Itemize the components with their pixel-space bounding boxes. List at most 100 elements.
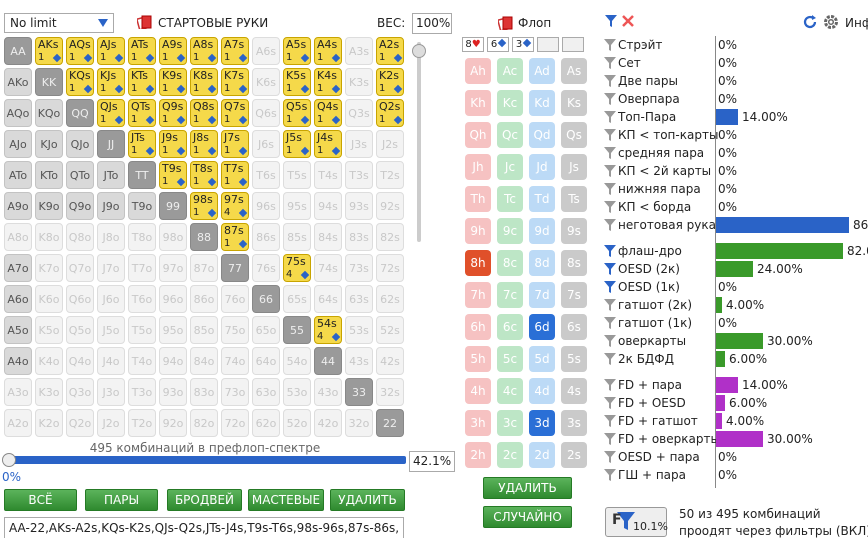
filter-icon[interactable]: [604, 57, 616, 69]
hand-cell[interactable]: 82o: [190, 409, 218, 437]
filter-icon[interactable]: [604, 111, 616, 123]
filter-icon[interactable]: [604, 129, 616, 141]
refresh-icon[interactable]: [802, 14, 818, 30]
filter-icon[interactable]: [604, 201, 616, 213]
hand-cell[interactable]: T5o: [128, 316, 156, 344]
limit-select[interactable]: No limit: [4, 13, 114, 33]
hand-cell[interactable]: QQ: [66, 99, 94, 127]
hand-cell[interactable]: A7o: [4, 254, 32, 282]
hand-cell[interactable]: 65s: [283, 285, 311, 313]
flop-card[interactable]: 5c: [497, 346, 523, 372]
flop-card[interactable]: 8d: [529, 250, 555, 276]
hand-cell[interactable]: 53s: [345, 316, 373, 344]
flop-card[interactable]: Js: [561, 154, 587, 180]
filter-row[interactable]: Оверпара 0%: [604, 90, 868, 108]
flop-card[interactable]: Td: [529, 186, 555, 212]
flop-card[interactable]: Th: [465, 186, 491, 212]
hand-cell[interactable]: 66: [252, 285, 280, 313]
hand-cell[interactable]: KQo: [35, 99, 63, 127]
hand-cell[interactable]: 54o: [283, 347, 311, 375]
hand-cell[interactable]: T6o: [128, 285, 156, 313]
hand-cell[interactable]: Q2s 1: [376, 99, 404, 127]
hand-cell[interactable]: K2o: [35, 409, 63, 437]
hand-cell[interactable]: T4o: [128, 347, 156, 375]
hand-cell[interactable]: Q2o: [66, 409, 94, 437]
hand-cell[interactable]: A9o: [4, 192, 32, 220]
hand-cell[interactable]: AKs 1: [35, 37, 63, 65]
flop-slot[interactable]: 3: [512, 37, 534, 52]
hand-cell[interactable]: A2o: [4, 409, 32, 437]
flop-card[interactable]: 2d: [529, 442, 555, 468]
hand-cell[interactable]: 97s 4: [221, 192, 249, 220]
hand-cell[interactable]: AQs 1: [66, 37, 94, 65]
hand-cell[interactable]: 93s: [345, 192, 373, 220]
hand-cell[interactable]: 62o: [252, 409, 280, 437]
hand-cell[interactable]: ATs 1: [128, 37, 156, 65]
flop-card[interactable]: 8s: [561, 250, 587, 276]
filter-icon[interactable]: [604, 299, 616, 311]
flop-card[interactable]: Qs: [561, 122, 587, 148]
flop-card[interactable]: 2s: [561, 442, 587, 468]
hand-cell[interactable]: 73s: [345, 254, 373, 282]
hand-cell[interactable]: J4s 1: [314, 130, 342, 158]
flop-card[interactable]: 5d: [529, 346, 555, 372]
hand-cell[interactable]: J9o: [97, 192, 125, 220]
hand-cell[interactable]: Q7o: [66, 254, 94, 282]
flop-card[interactable]: 9h: [465, 218, 491, 244]
hand-cell[interactable]: K7s 1: [221, 68, 249, 96]
clear-filter-icon[interactable]: [621, 14, 635, 28]
weight-slider[interactable]: [412, 42, 426, 242]
hand-cell[interactable]: 63s: [345, 285, 373, 313]
filter-icon[interactable]: [604, 469, 616, 481]
hand-cell[interactable]: J3s: [345, 130, 373, 158]
filter-row[interactable]: OESD (1к) 0%: [604, 278, 868, 296]
flop-slot[interactable]: 6: [487, 37, 509, 52]
hand-cell[interactable]: A5s 1: [283, 37, 311, 65]
hand-cell[interactable]: J7s 1: [221, 130, 249, 158]
hand-cell[interactable]: 95o: [159, 316, 187, 344]
hand-cell[interactable]: 94s: [314, 192, 342, 220]
filter-icon[interactable]: [604, 317, 616, 329]
hand-cell[interactable]: T9s 1: [159, 161, 187, 189]
hand-cell[interactable]: AKo: [4, 68, 32, 96]
hand-cell[interactable]: Q4s 1: [314, 99, 342, 127]
flop-card[interactable]: Qh: [465, 122, 491, 148]
hand-cell[interactable]: K3o: [35, 378, 63, 406]
hand-cell[interactable]: 72o: [221, 409, 249, 437]
flop-card[interactable]: 9d: [529, 218, 555, 244]
filter-row[interactable]: КП < 2й карты 0%: [604, 162, 868, 180]
hand-cell[interactable]: JJ: [97, 130, 125, 158]
filter-row[interactable]: OESD (2к) 24.00%: [604, 260, 868, 278]
hand-cell[interactable]: 76o: [221, 285, 249, 313]
hand-cell[interactable]: Q5o: [66, 316, 94, 344]
hand-cell[interactable]: 72s: [376, 254, 404, 282]
delete-range-button[interactable]: УДАЛИТЬ: [330, 489, 405, 511]
filter-icon[interactable]: [604, 451, 616, 463]
flop-card[interactable]: Jc: [497, 154, 523, 180]
suited-button[interactable]: МАСТЕВЫЕ: [248, 489, 324, 511]
hand-cell[interactable]: QJo: [66, 130, 94, 158]
hand-cell[interactable]: 32s: [376, 378, 404, 406]
hand-cell[interactable]: T2s: [376, 161, 404, 189]
hand-cell[interactable]: K5s 1: [283, 68, 311, 96]
hand-cell[interactable]: JTs 1: [128, 130, 156, 158]
hand-cell[interactable]: J4o: [97, 347, 125, 375]
hand-cell[interactable]: 86o: [190, 285, 218, 313]
flop-card[interactable]: 2c: [497, 442, 523, 468]
hand-cell[interactable]: 62s: [376, 285, 404, 313]
hand-cell[interactable]: 74s: [314, 254, 342, 282]
flop-card[interactable]: Jh: [465, 154, 491, 180]
flop-card[interactable]: 3h: [465, 410, 491, 436]
hand-cell[interactable]: K4s 1: [314, 68, 342, 96]
filter-row[interactable]: ГШ + пара 0%: [604, 466, 868, 484]
hand-cell[interactable]: T9o: [128, 192, 156, 220]
hand-cell[interactable]: KQs 1: [66, 68, 94, 96]
flop-card[interactable]: 7d: [529, 282, 555, 308]
hand-cell[interactable]: 52s: [376, 316, 404, 344]
filter-icon[interactable]: [604, 147, 616, 159]
filter-row[interactable]: FD + гатшот 4.00%: [604, 412, 868, 430]
hand-cell[interactable]: K3s: [345, 68, 373, 96]
hand-cell[interactable]: K2s 1: [376, 68, 404, 96]
hand-cell[interactable]: K9s 1: [159, 68, 187, 96]
filter-row[interactable]: нижняя пара 0%: [604, 180, 868, 198]
